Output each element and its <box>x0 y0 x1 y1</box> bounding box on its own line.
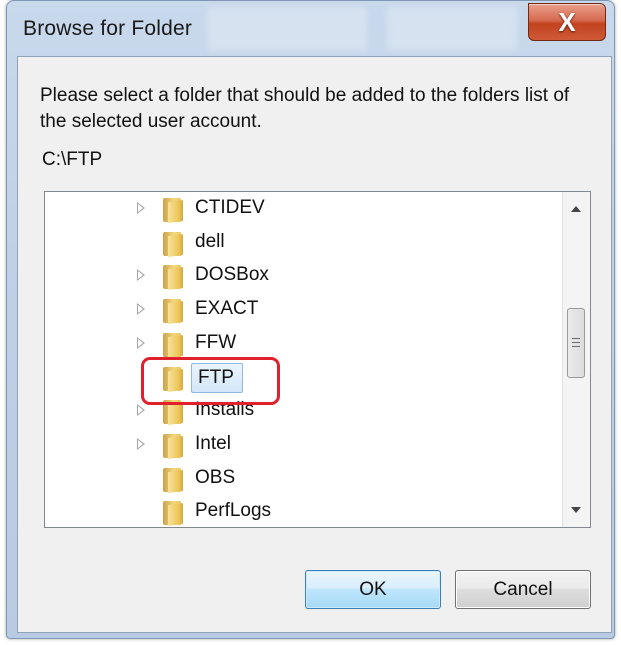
tree-item-ctidev[interactable]: CTIDEV <box>45 192 565 226</box>
folder-icon <box>163 366 185 392</box>
tree-item-label: CTIDEV <box>195 197 265 218</box>
expand-arrow-icon[interactable] <box>137 336 145 349</box>
scroll-up-icon[interactable] <box>571 206 581 212</box>
tree-item-perflogs[interactable]: PerfLogs <box>45 495 565 527</box>
tree-item-installs[interactable]: Installs <box>45 394 565 428</box>
close-button[interactable]: X <box>528 3 606 41</box>
close-icon: X <box>558 6 576 37</box>
expand-arrow-icon[interactable] <box>137 404 145 417</box>
tree-item-label: Installs <box>195 399 255 421</box>
folder-icon <box>163 231 185 257</box>
folder-icon <box>163 501 185 527</box>
tree-item-obs[interactable]: OBS <box>45 462 565 496</box>
folder-icon <box>163 198 185 224</box>
cancel-button[interactable]: Cancel <box>455 570 591 609</box>
tree-item-label: DOSBox <box>195 264 269 286</box>
thumb-grip-line <box>572 346 580 347</box>
tree-item-exact[interactable]: EXACT <box>45 293 565 327</box>
window-title: Browse for Folder <box>23 17 193 40</box>
scrollbar-thumb[interactable] <box>567 308 585 378</box>
tree-item-label: dell <box>195 230 225 252</box>
folder-icon <box>163 332 185 358</box>
instructions-text: Please select a folder that should be ad… <box>40 85 570 132</box>
tree-item-dell[interactable]: dell <box>45 226 565 260</box>
ok-button[interactable]: OK <box>305 570 441 609</box>
folder-icon <box>163 265 185 291</box>
tree-vertical-scrollbar[interactable] <box>562 192 590 527</box>
folder-icon <box>163 400 185 426</box>
expand-arrow-icon[interactable] <box>137 303 145 316</box>
current-path-label: C:\FTP <box>42 149 103 170</box>
tree-item-dosbox[interactable]: DOSBox <box>45 259 565 293</box>
dialog-client-area: Please select a folder that should be ad… <box>17 56 612 633</box>
title-bar-glass-reflection <box>207 7 367 51</box>
expand-arrow-icon[interactable] <box>137 437 145 450</box>
thumb-grip-line <box>572 338 580 339</box>
tree-item-ffw[interactable]: FFW <box>45 327 565 361</box>
tree-item-label: PerfLogs <box>195 500 272 522</box>
title-bar-glass-reflection <box>387 7 517 51</box>
tree-item-label: FFW <box>195 331 237 353</box>
tree-item-label: OBS <box>195 466 236 488</box>
tree-item-label: Intel <box>195 432 231 454</box>
expand-arrow-icon[interactable] <box>137 202 145 214</box>
thumb-grip-line <box>572 342 580 343</box>
tree-item-label: FTP <box>191 362 243 393</box>
expand-arrow-icon[interactable] <box>137 269 145 282</box>
tree-item-ftp[interactable]: FTP <box>45 361 565 395</box>
folder-tree-view[interactable]: CTIDEV dell DOSBox EXACT FFW FTP Installs Intel… <box>44 191 591 528</box>
tree-item-label: EXACT <box>195 298 259 320</box>
folder-icon <box>163 299 185 325</box>
scroll-down-icon[interactable] <box>571 507 581 513</box>
folder-icon <box>163 433 185 459</box>
tree-item-intel[interactable]: Intel <box>45 428 565 462</box>
folder-icon <box>163 467 185 493</box>
